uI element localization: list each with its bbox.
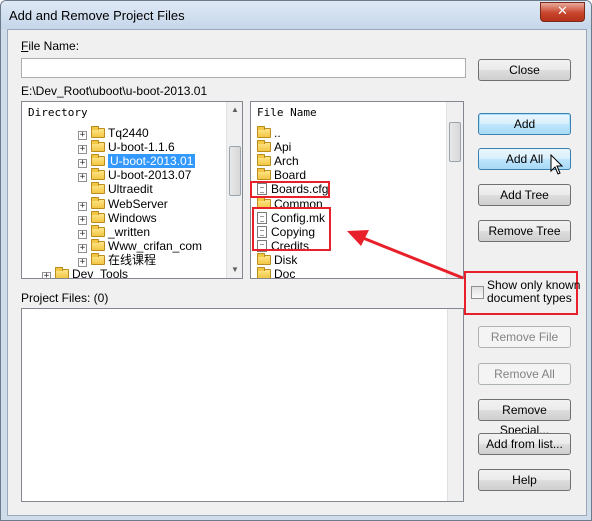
dialog-window: Add and Remove Project Files ✕ File Name… [0, 0, 592, 521]
mouse-pointer-icon [550, 154, 564, 175]
red-arrow-icon [347, 230, 464, 280]
